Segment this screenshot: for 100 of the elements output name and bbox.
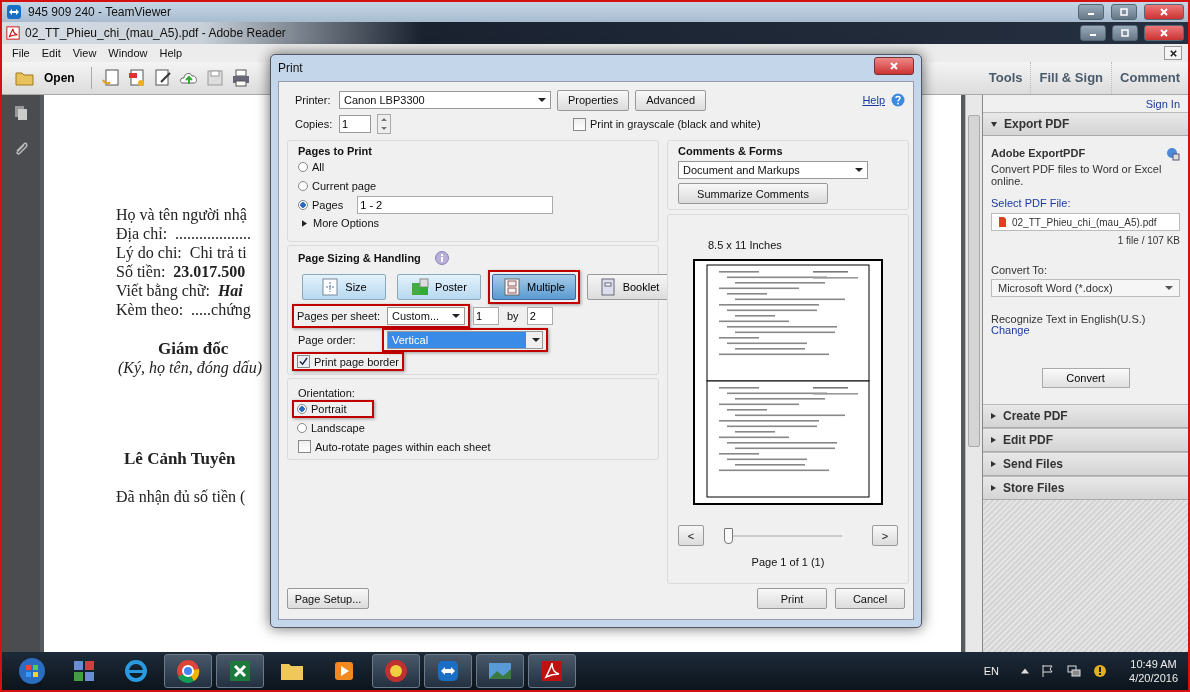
section-header[interactable]: Edit PDF [983, 428, 1188, 452]
document-icon[interactable] [100, 68, 121, 88]
checkbox-label: Print page border [314, 355, 399, 368]
radio-button[interactable] [298, 199, 308, 210]
clock-time[interactable]: 10:49 AM [1130, 657, 1177, 671]
page-setup-button[interactable]: Page Setup... [287, 588, 369, 609]
menu-item[interactable]: View [66, 47, 103, 59]
checkbox[interactable] [573, 117, 586, 131]
taskbar-button[interactable] [424, 654, 472, 688]
field-value: Chi trả ti [189, 244, 247, 261]
flag-icon[interactable] [1041, 664, 1056, 678]
taskbar-button[interactable] [216, 654, 264, 688]
page-range-field[interactable]: 1 - 2 [357, 195, 554, 214]
document-icon[interactable] [126, 68, 147, 88]
field-value: Hai [217, 282, 243, 299]
radio-button[interactable] [297, 403, 307, 414]
paper-size: 8.5 x 11 Inches [708, 239, 782, 251]
spin-buttons[interactable] [377, 114, 391, 134]
rows-field[interactable]: 2 [526, 307, 553, 325]
export-heading: Adobe ExportPDF [991, 147, 1086, 161]
checkbox[interactable] [298, 440, 311, 453]
section-header[interactable]: Store Files [983, 476, 1188, 500]
change-link[interactable]: Change [991, 325, 1030, 336]
sign-in-link[interactable]: Sign In [1137, 95, 1188, 112]
comments-dropdown[interactable]: Document and Markups [678, 161, 868, 179]
caret-icon [855, 168, 863, 172]
next-page-button[interactable]: > [872, 525, 898, 546]
print-icon[interactable] [230, 68, 251, 88]
close-button[interactable] [1164, 46, 1182, 60]
radio-label: Portrait [311, 402, 347, 415]
network-icon[interactable] [1067, 664, 1082, 678]
edit-icon[interactable] [152, 68, 173, 88]
scrollbar[interactable] [965, 95, 982, 652]
minimize-button[interactable] [1078, 4, 1104, 20]
format-dropdown[interactable]: Microsoft Word (*.docx) [991, 279, 1180, 297]
columns-field[interactable]: 1 [473, 307, 499, 325]
properties-button[interactable]: Properties [557, 89, 630, 111]
open-button[interactable]: Open [10, 68, 85, 88]
page-order-dropdown[interactable]: Vertical [387, 331, 543, 349]
minimize-button[interactable] [1080, 25, 1106, 41]
maximize-button[interactable] [1112, 25, 1138, 41]
radio-button[interactable] [298, 180, 308, 191]
pane-tab[interactable]: Fill & Sign [1030, 62, 1112, 94]
summarize-button[interactable]: Summarize Comments [678, 183, 828, 204]
taskbar-button[interactable] [164, 654, 212, 688]
help-icon[interactable] [891, 93, 905, 107]
export-description: Convert PDF files to Word or Excel online. [991, 163, 1163, 187]
menu-item[interactable]: File [6, 47, 36, 59]
pages-per-sheet-dropdown[interactable]: Custom... [387, 307, 465, 325]
maximize-button[interactable] [1111, 4, 1137, 20]
caret-icon [1165, 286, 1173, 290]
section-header[interactable]: Create PDF [983, 404, 1188, 428]
section-header[interactable]: Send Files [983, 452, 1188, 476]
cancel-button[interactable]: Cancel [835, 588, 905, 609]
menu-item[interactable]: Edit [35, 47, 67, 59]
paperclip-icon[interactable] [13, 141, 29, 157]
advanced-button[interactable]: Advanced [635, 89, 707, 111]
document-line: Địa chỉ: ................... [116, 224, 252, 243]
taskbar-button[interactable] [372, 654, 420, 688]
document-line: Họ và tên người nhậ [116, 205, 247, 224]
teamviewer-icon [6, 4, 22, 20]
mode-button[interactable]: Size [302, 274, 386, 300]
info-icon[interactable] [434, 251, 449, 265]
close-button[interactable] [874, 57, 914, 75]
convert-button[interactable]: Convert [1041, 368, 1130, 388]
window-title: 945 909 240 - TeamViewer [28, 5, 171, 19]
document-heading: Giám đốc [158, 339, 229, 359]
copies-field[interactable]: 1 [339, 115, 371, 133]
language-indicator[interactable]: EN [983, 665, 1000, 677]
mode-button[interactable]: Poster [397, 274, 481, 300]
pages-icon[interactable] [13, 105, 29, 121]
printer-dropdown[interactable]: Canon LBP3300 [339, 91, 551, 109]
radio-label: Landscape [311, 421, 365, 434]
help-link[interactable]: Help [862, 94, 885, 106]
up-arrow-icon [381, 118, 387, 121]
pane-tab[interactable]: Comment [1111, 62, 1188, 94]
menu-item[interactable]: Help [153, 47, 189, 59]
print-button[interactable]: Print [757, 588, 827, 609]
taskbar-button[interactable] [528, 654, 576, 688]
ring-icon [382, 657, 410, 685]
warning-icon[interactable] [1093, 664, 1108, 678]
close-icon [1159, 28, 1169, 38]
caret-icon[interactable] [1021, 668, 1030, 674]
field-label: Kèm theo: [116, 301, 184, 318]
page-slider-thumb[interactable] [724, 527, 733, 544]
window-title: 02_TT_Phieu_chi_(mau_A5).pdf - Adobe Reader [25, 26, 286, 40]
previous-page-button[interactable]: < [678, 525, 704, 546]
radio-button[interactable] [297, 422, 307, 433]
checkbox[interactable] [297, 355, 310, 368]
radio-button[interactable] [298, 161, 308, 172]
expand-icon [302, 219, 307, 227]
field-label: Viết bằng chữ: [116, 282, 210, 299]
file-field[interactable]: 02_TT_Phieu_chi_(mau_A5).pdf [991, 213, 1180, 231]
mode-button[interactable]: Multiple [492, 274, 576, 300]
menu-item[interactable]: Window [102, 47, 154, 59]
section-header[interactable]: Export PDF [983, 112, 1188, 136]
document-line: Đã nhận đủ số tiền ( [116, 487, 246, 506]
pane-tab[interactable]: Tools [980, 62, 1031, 94]
more-options-toggle[interactable]: More Options [298, 214, 380, 232]
clock-date[interactable]: 4/20/2016 [1129, 671, 1178, 685]
